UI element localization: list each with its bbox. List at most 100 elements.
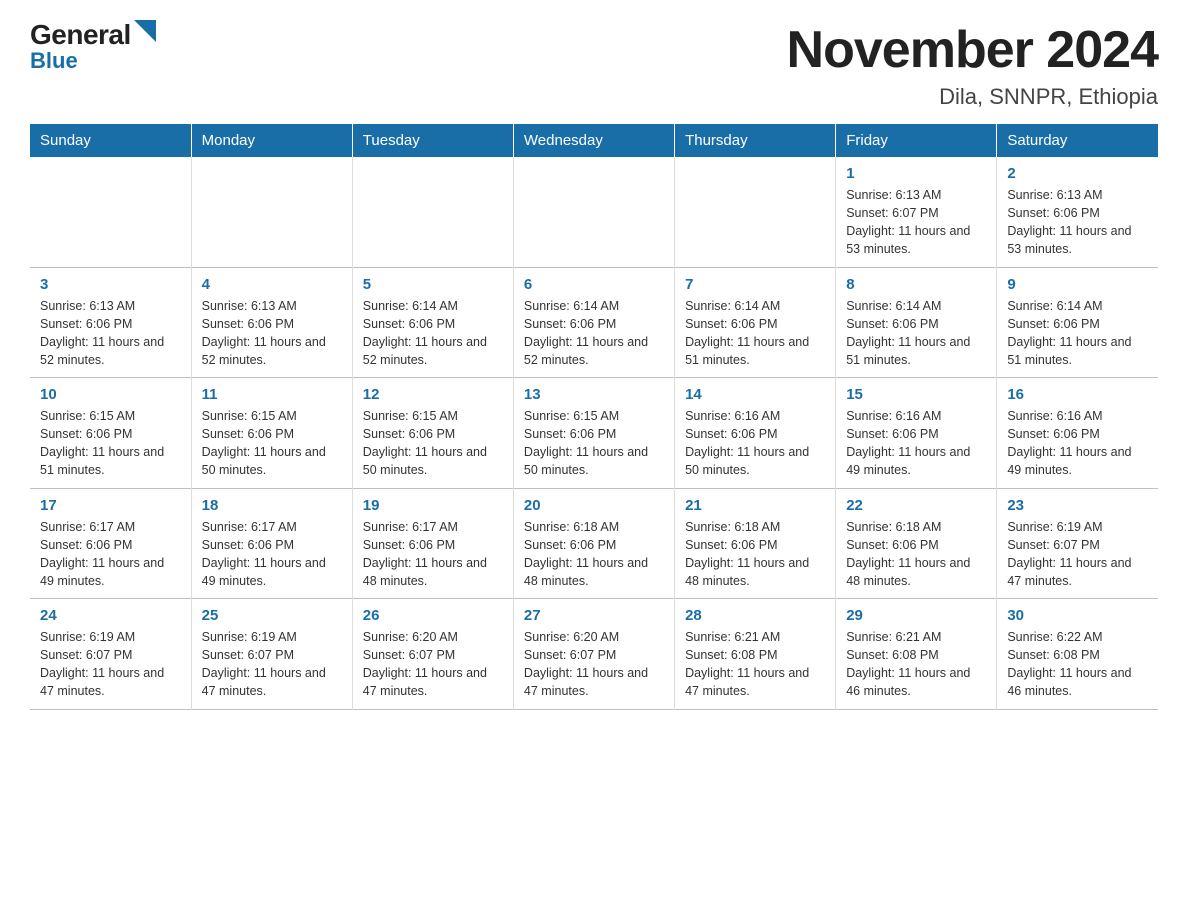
calendar-header-friday: Friday bbox=[836, 124, 997, 157]
day-number: 19 bbox=[363, 497, 503, 514]
day-info: Sunrise: 6:15 AM Sunset: 6:06 PM Dayligh… bbox=[202, 407, 342, 480]
calendar-cell bbox=[191, 157, 352, 267]
day-info: Sunrise: 6:20 AM Sunset: 6:07 PM Dayligh… bbox=[363, 628, 503, 701]
day-number: 22 bbox=[846, 497, 986, 514]
calendar-header-saturday: Saturday bbox=[997, 124, 1158, 157]
calendar-cell: 20Sunrise: 6:18 AM Sunset: 6:06 PM Dayli… bbox=[513, 488, 674, 599]
day-info: Sunrise: 6:19 AM Sunset: 6:07 PM Dayligh… bbox=[40, 628, 181, 701]
calendar-cell: 28 Sunrise: 6:21 AM Sunset: 6:08 PM Dayli… bbox=[675, 599, 836, 710]
day-number: 13 bbox=[524, 386, 664, 403]
calendar-cell bbox=[675, 157, 836, 267]
calendar-cell: 16 Sunrise: 6:16 AM Sunset: 6:06 PM Dayli… bbox=[997, 378, 1158, 489]
calendar-cell: 29Sunrise: 6:21 AM Sunset: 6:08 PM Dayli… bbox=[836, 599, 997, 710]
calendar-cell: 4 Sunrise: 6:13 AM Sunset: 6:06 PM Daylig… bbox=[191, 267, 352, 378]
day-number: 30 bbox=[1007, 607, 1148, 624]
day-number: 26 bbox=[363, 607, 503, 624]
calendar-week-row: 24 Sunrise: 6:19 AM Sunset: 6:07 PM Dayli… bbox=[30, 599, 1158, 710]
day-number: 14 bbox=[685, 386, 825, 403]
logo-triangle-icon bbox=[134, 20, 156, 42]
calendar-cell: 17 Sunrise: 6:17 AM Sunset: 6:06 PM Dayli… bbox=[30, 488, 191, 599]
day-info: Sunrise: 6:22 AM Sunset: 6:08 PM Dayligh… bbox=[1007, 628, 1148, 701]
calendar-cell: 7 Sunrise: 6:14 AM Sunset: 6:06 PM Daylig… bbox=[675, 267, 836, 378]
calendar-cell: 21 Sunrise: 6:18 AM Sunset: 6:06 PM Dayli… bbox=[675, 488, 836, 599]
calendar-week-row: 10Sunrise: 6:15 AM Sunset: 6:06 PM Dayli… bbox=[30, 378, 1158, 489]
calendar-cell: 30 Sunrise: 6:22 AM Sunset: 6:08 PM Dayli… bbox=[997, 599, 1158, 710]
day-number: 24 bbox=[40, 607, 181, 624]
calendar-cell: 24 Sunrise: 6:19 AM Sunset: 6:07 PM Dayli… bbox=[30, 599, 191, 710]
day-number: 23 bbox=[1007, 497, 1148, 514]
calendar-header-row: SundayMondayTuesdayWednesdayThursdayFrid… bbox=[30, 124, 1158, 157]
day-info: Sunrise: 6:13 AM Sunset: 6:06 PM Dayligh… bbox=[202, 297, 342, 370]
calendar-header-wednesday: Wednesday bbox=[513, 124, 674, 157]
calendar-cell: 23Sunrise: 6:19 AM Sunset: 6:07 PM Dayli… bbox=[997, 488, 1158, 599]
day-number: 25 bbox=[202, 607, 342, 624]
day-number: 16 bbox=[1007, 386, 1148, 403]
calendar-cell: 15 Sunrise: 6:16 AM Sunset: 6:06 PM Dayli… bbox=[836, 378, 997, 489]
calendar-cell: 10Sunrise: 6:15 AM Sunset: 6:06 PM Dayli… bbox=[30, 378, 191, 489]
day-info: Sunrise: 6:13 AM Sunset: 6:06 PM Dayligh… bbox=[1007, 186, 1148, 259]
calendar-cell bbox=[513, 157, 674, 267]
day-info: Sunrise: 6:14 AM Sunset: 6:06 PM Dayligh… bbox=[363, 297, 503, 370]
calendar-table: SundayMondayTuesdayWednesdayThursdayFrid… bbox=[30, 124, 1158, 710]
day-number: 2 bbox=[1007, 165, 1148, 182]
calendar-cell: 19 Sunrise: 6:17 AM Sunset: 6:06 PM Dayli… bbox=[352, 488, 513, 599]
day-info: Sunrise: 6:14 AM Sunset: 6:06 PM Dayligh… bbox=[685, 297, 825, 370]
day-number: 1 bbox=[846, 165, 986, 182]
day-number: 27 bbox=[524, 607, 664, 624]
calendar-cell: 18 Sunrise: 6:17 AM Sunset: 6:06 PM Dayli… bbox=[191, 488, 352, 599]
calendar-header-tuesday: Tuesday bbox=[352, 124, 513, 157]
day-number: 18 bbox=[202, 497, 342, 514]
calendar-cell: 13 Sunrise: 6:15 AM Sunset: 6:06 PM Dayli… bbox=[513, 378, 674, 489]
calendar-cell: 25 Sunrise: 6:19 AM Sunset: 6:07 PM Dayli… bbox=[191, 599, 352, 710]
calendar-cell: 3Sunrise: 6:13 AM Sunset: 6:06 PM Daylig… bbox=[30, 267, 191, 378]
day-number: 12 bbox=[363, 386, 503, 403]
page-title: November 2024 bbox=[787, 20, 1158, 80]
day-number: 11 bbox=[202, 386, 342, 403]
day-number: 17 bbox=[40, 497, 181, 514]
day-info: Sunrise: 6:18 AM Sunset: 6:06 PM Dayligh… bbox=[524, 518, 664, 591]
day-info: Sunrise: 6:14 AM Sunset: 6:06 PM Dayligh… bbox=[1007, 297, 1148, 370]
calendar-cell: 22Sunrise: 6:18 AM Sunset: 6:06 PM Dayli… bbox=[836, 488, 997, 599]
calendar-header-monday: Monday bbox=[191, 124, 352, 157]
calendar-cell: 12Sunrise: 6:15 AM Sunset: 6:06 PM Dayli… bbox=[352, 378, 513, 489]
day-info: Sunrise: 6:19 AM Sunset: 6:07 PM Dayligh… bbox=[202, 628, 342, 701]
day-info: Sunrise: 6:17 AM Sunset: 6:06 PM Dayligh… bbox=[363, 518, 503, 591]
calendar-cell: 2 Sunrise: 6:13 AM Sunset: 6:06 PM Daylig… bbox=[997, 157, 1158, 267]
calendar-cell: 8Sunrise: 6:14 AM Sunset: 6:06 PM Daylig… bbox=[836, 267, 997, 378]
day-number: 15 bbox=[846, 386, 986, 403]
calendar-cell: 14 Sunrise: 6:16 AM Sunset: 6:06 PM Dayli… bbox=[675, 378, 836, 489]
day-number: 3 bbox=[40, 276, 181, 293]
day-info: Sunrise: 6:18 AM Sunset: 6:06 PM Dayligh… bbox=[685, 518, 825, 591]
calendar-cell: 5 Sunrise: 6:14 AM Sunset: 6:06 PM Daylig… bbox=[352, 267, 513, 378]
day-number: 29 bbox=[846, 607, 986, 624]
day-info: Sunrise: 6:20 AM Sunset: 6:07 PM Dayligh… bbox=[524, 628, 664, 701]
day-info: Sunrise: 6:21 AM Sunset: 6:08 PM Dayligh… bbox=[685, 628, 825, 701]
calendar-cell: 6Sunrise: 6:14 AM Sunset: 6:06 PM Daylig… bbox=[513, 267, 674, 378]
day-info: Sunrise: 6:17 AM Sunset: 6:06 PM Dayligh… bbox=[40, 518, 181, 591]
calendar-cell bbox=[352, 157, 513, 267]
day-number: 4 bbox=[202, 276, 342, 293]
day-info: Sunrise: 6:17 AM Sunset: 6:06 PM Dayligh… bbox=[202, 518, 342, 591]
day-info: Sunrise: 6:14 AM Sunset: 6:06 PM Dayligh… bbox=[846, 297, 986, 370]
day-info: Sunrise: 6:15 AM Sunset: 6:06 PM Dayligh… bbox=[40, 407, 181, 480]
calendar-cell: 9Sunrise: 6:14 AM Sunset: 6:06 PM Daylig… bbox=[997, 267, 1158, 378]
day-info: Sunrise: 6:16 AM Sunset: 6:06 PM Dayligh… bbox=[1007, 407, 1148, 480]
page-header: General Blue November 2024 Dila, SNNPR, … bbox=[30, 20, 1158, 110]
calendar-header-thursday: Thursday bbox=[675, 124, 836, 157]
day-number: 28 bbox=[685, 607, 825, 624]
calendar-cell: 27 Sunrise: 6:20 AM Sunset: 6:07 PM Dayli… bbox=[513, 599, 674, 710]
logo-general-text: General bbox=[30, 20, 131, 51]
day-info: Sunrise: 6:15 AM Sunset: 6:06 PM Dayligh… bbox=[524, 407, 664, 480]
day-info: Sunrise: 6:16 AM Sunset: 6:06 PM Dayligh… bbox=[846, 407, 986, 480]
logo-blue-text: Blue bbox=[30, 49, 78, 73]
day-info: Sunrise: 6:16 AM Sunset: 6:06 PM Dayligh… bbox=[685, 407, 825, 480]
calendar-header-sunday: Sunday bbox=[30, 124, 191, 157]
calendar-week-row: 3 Sunrise: 6:13 AM Sunset: 6:06 PM Daylig… bbox=[30, 267, 1158, 378]
day-number: 7 bbox=[685, 276, 825, 293]
calendar-week-row: 1Sunrise: 6:13 AM Sunset: 6:07 PM Daylig… bbox=[30, 157, 1158, 267]
day-number: 5 bbox=[363, 276, 503, 293]
calendar-cell bbox=[30, 157, 191, 267]
day-number: 21 bbox=[685, 497, 825, 514]
calendar-cell: 26 Sunrise: 6:20 AM Sunset: 6:07 PM Dayli… bbox=[352, 599, 513, 710]
logo: General Blue bbox=[30, 20, 156, 73]
